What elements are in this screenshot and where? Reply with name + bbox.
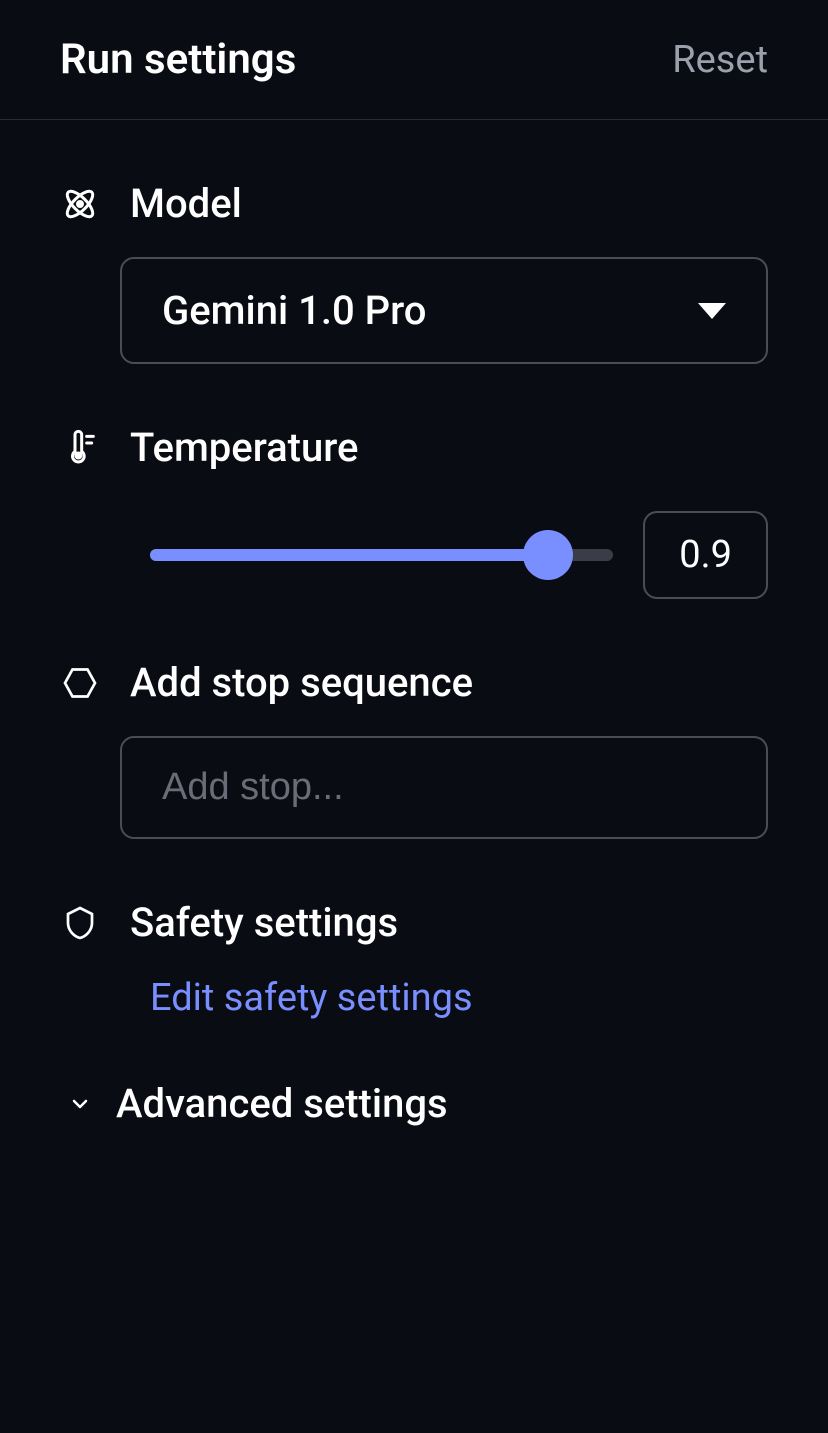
- safety-section: Safety settings Edit safety settings: [60, 899, 768, 1020]
- atom-icon: [60, 184, 100, 224]
- temperature-slider-row: 0.9: [150, 511, 768, 599]
- advanced-label: Advanced settings: [116, 1080, 448, 1127]
- thermometer-icon: [60, 428, 100, 468]
- panel-content: Model Gemini 1.0 Pro Temperature: [0, 120, 828, 1127]
- safety-label: Safety settings: [130, 899, 398, 946]
- panel-title: Run settings: [60, 35, 296, 84]
- temperature-slider[interactable]: [150, 549, 613, 561]
- edit-safety-settings-link[interactable]: Edit safety settings: [150, 976, 768, 1020]
- caret-down-icon: [698, 303, 726, 319]
- stop-sequence-input[interactable]: [120, 736, 768, 839]
- stop-sequence-label: Add stop sequence: [130, 659, 473, 706]
- model-dropdown[interactable]: Gemini 1.0 Pro: [120, 257, 768, 364]
- model-label: Model: [130, 180, 242, 227]
- advanced-settings-toggle[interactable]: Advanced settings: [68, 1080, 768, 1127]
- slider-fill: [150, 549, 548, 561]
- reset-button[interactable]: Reset: [672, 38, 768, 82]
- temperature-section: Temperature 0.9: [60, 424, 768, 599]
- model-section: Model Gemini 1.0 Pro: [60, 180, 768, 364]
- chevron-down-icon: [68, 1092, 92, 1116]
- hexagon-icon: [60, 663, 100, 703]
- model-selected-value: Gemini 1.0 Pro: [162, 287, 427, 334]
- temperature-label: Temperature: [130, 424, 358, 471]
- model-label-row: Model: [60, 180, 768, 227]
- temperature-label-row: Temperature: [60, 424, 768, 471]
- advanced-section: Advanced settings: [60, 1080, 768, 1127]
- panel-header: Run settings Reset: [0, 0, 828, 120]
- slider-thumb[interactable]: [523, 530, 573, 580]
- shield-icon: [60, 903, 100, 943]
- safety-label-row: Safety settings: [60, 899, 768, 946]
- stop-sequence-section: Add stop sequence: [60, 659, 768, 839]
- stop-sequence-label-row: Add stop sequence: [60, 659, 768, 706]
- temperature-value-input[interactable]: 0.9: [643, 511, 768, 599]
